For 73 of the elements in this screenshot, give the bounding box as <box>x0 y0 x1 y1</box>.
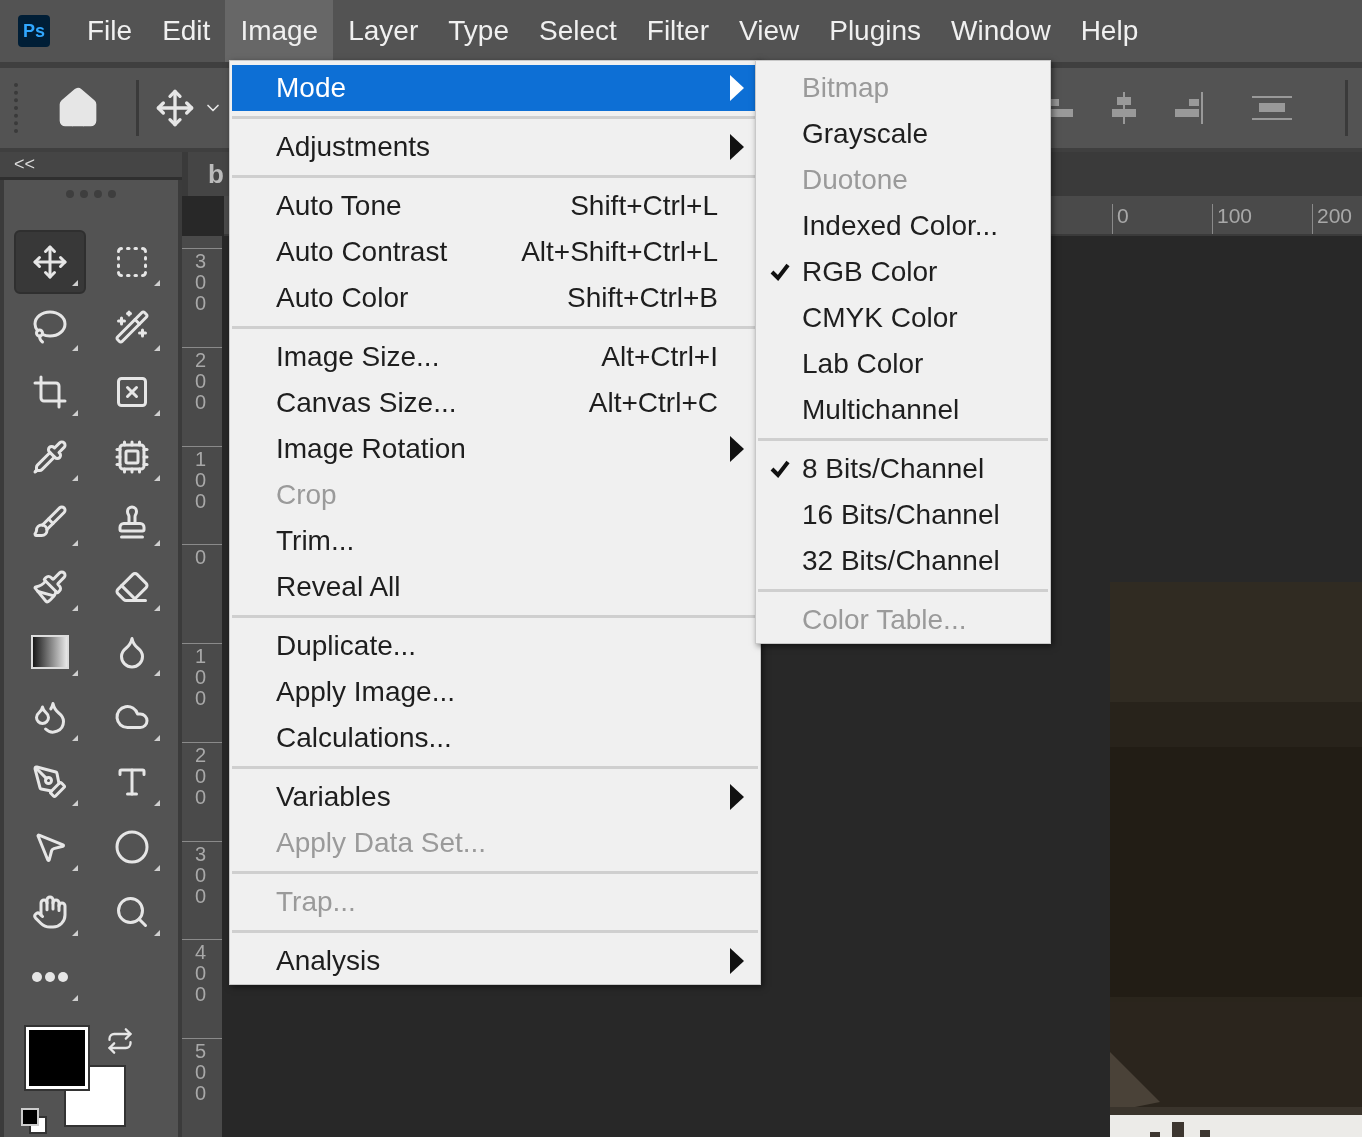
ruler-label: 200 <box>195 744 208 808</box>
brush-icon <box>32 504 68 540</box>
magic-wand-icon <box>114 309 150 345</box>
menu-item[interactable]: Auto Tone Shift+Ctrl+L <box>232 183 758 229</box>
menu-item[interactable]: Help <box>1065 0 1154 62</box>
pen-icon <box>32 764 68 800</box>
menu-item[interactable]: Multichannel <box>758 387 1048 433</box>
gradient-icon <box>31 635 69 669</box>
eyedropper-icon <box>32 439 68 475</box>
droplets-icon <box>32 699 68 735</box>
marquee-icon <box>114 244 150 280</box>
move-icon <box>32 244 68 280</box>
ruler-label: 0 <box>1112 204 1129 234</box>
menu-item[interactable]: Mode <box>232 65 758 111</box>
crop-icon <box>32 374 68 410</box>
ruler-label: 100 <box>195 448 208 512</box>
app-logo: Ps <box>18 15 50 47</box>
menu-item[interactable]: Lab Color <box>758 341 1048 387</box>
menu-item[interactable]: Window <box>936 0 1066 62</box>
more-icon <box>32 972 68 982</box>
ellipse-icon <box>114 829 150 865</box>
menu-item[interactable]: Image Rotation <box>232 426 758 472</box>
menu-item[interactable]: View <box>724 0 815 62</box>
ruler-label: 0 <box>195 547 208 569</box>
menu-item[interactable]: Apply Image... <box>232 669 758 715</box>
ruler-label: 100 <box>195 646 208 710</box>
tool-button[interactable] <box>14 230 86 294</box>
menu-item[interactable]: Trim... <box>232 518 758 564</box>
chip-icon <box>114 439 150 475</box>
paintbrush-icon <box>32 569 68 605</box>
menu-item[interactable]: Indexed Color... <box>758 203 1048 249</box>
move-icon[interactable] <box>155 88 195 128</box>
menu-item[interactable]: Calculations... <box>232 715 758 761</box>
ruler-label: 400 <box>195 942 208 1006</box>
collapse-toggle[interactable]: << <box>0 152 182 180</box>
ruler-label: 500 <box>195 1041 208 1105</box>
ruler-label: 200 <box>195 349 208 413</box>
menu-item[interactable]: Image <box>225 0 334 62</box>
menu-item[interactable]: Adjustments <box>232 124 758 170</box>
menu-item[interactable]: Grayscale <box>758 111 1048 157</box>
lasso-icon <box>32 309 68 345</box>
menu-item[interactable]: CMYK Color <box>758 295 1048 341</box>
ruler-label: 300 <box>195 251 208 314</box>
menu-item[interactable]: 8 Bits/Channel <box>758 446 1048 492</box>
ruler-label: 300 <box>195 843 208 907</box>
swap-icon[interactable] <box>106 1027 134 1055</box>
menu-item[interactable]: Layer <box>333 0 434 62</box>
foreground-swatch[interactable] <box>26 1027 88 1089</box>
frame-icon <box>114 374 150 410</box>
menu-item[interactable]: Image Size... Alt+Ctrl+I <box>232 334 758 380</box>
menu-item[interactable]: Edit <box>147 0 226 62</box>
menu-item[interactable]: Type <box>433 0 524 62</box>
menu-item[interactable]: Canvas Size... Alt+Ctrl+C <box>232 380 758 426</box>
menu-item[interactable]: Select <box>523 0 632 62</box>
hand-icon <box>32 894 68 930</box>
menu-item[interactable]: 16 Bits/Channel <box>758 492 1048 538</box>
menu-item[interactable]: Reveal All <box>232 564 758 610</box>
ruler-label: 100 <box>1212 204 1253 234</box>
default-colors-icon[interactable] <box>20 1107 48 1135</box>
menu-item[interactable]: Plugins <box>814 0 937 62</box>
menu-item[interactable]: Filter <box>631 0 724 62</box>
menu-item[interactable]: Duplicate... <box>232 623 758 669</box>
menu-item[interactable]: Analysis <box>232 938 758 984</box>
menu-item[interactable]: File <box>72 0 148 62</box>
align-top-icon[interactable] <box>1251 95 1293 121</box>
search-icon <box>114 894 150 930</box>
eraser-icon <box>114 569 150 605</box>
menu-item[interactable]: Auto Color Shift+Ctrl+B <box>232 275 758 321</box>
menu-item[interactable]: Auto Contrast Alt+Shift+Ctrl+L <box>232 229 758 275</box>
ruler-label: 200 <box>1312 204 1353 234</box>
menu-item[interactable]: Variables <box>232 774 758 820</box>
menu-item[interactable]: 32 Bits/Channel <box>758 538 1048 584</box>
menu-item[interactable]: RGB Color <box>758 249 1048 295</box>
